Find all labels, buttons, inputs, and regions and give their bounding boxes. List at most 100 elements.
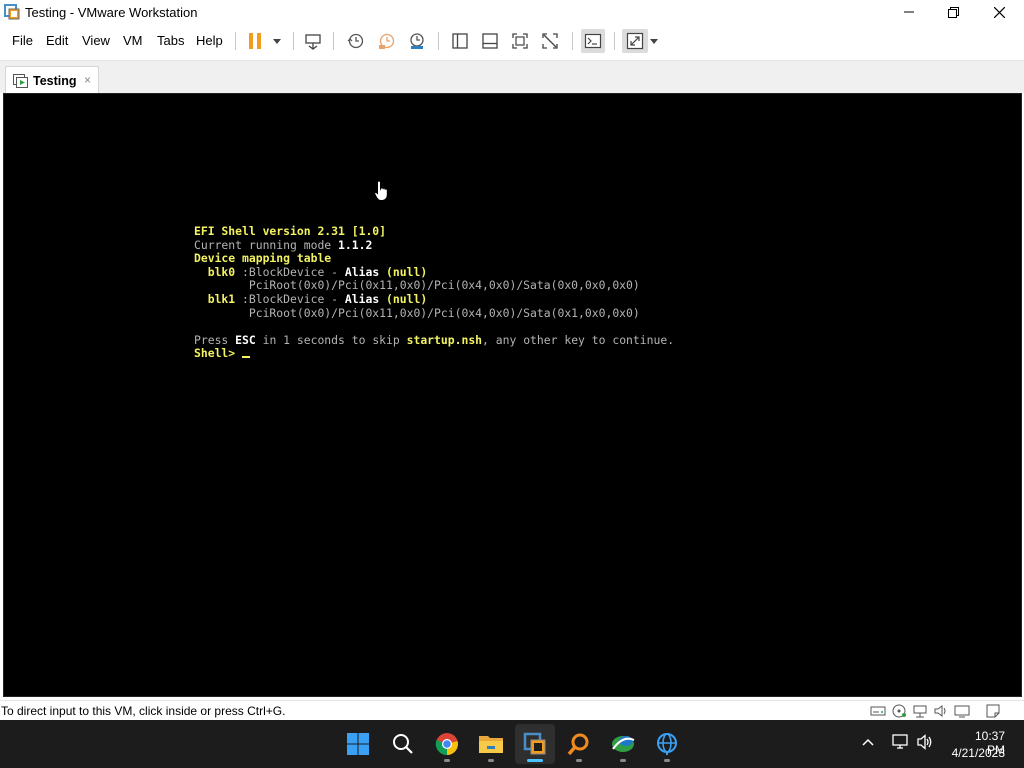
menu-file[interactable]: File (12, 33, 33, 48)
thumbnail-bar-icon (482, 33, 498, 49)
running-indicator (620, 759, 626, 762)
running-indicator (576, 759, 582, 762)
tab-close-button[interactable]: × (84, 73, 91, 87)
taskbar-globe-app[interactable] (647, 724, 687, 764)
taskbar-search-tool[interactable] (559, 724, 599, 764)
console-text: Device mapping table (194, 251, 332, 266)
console-text: :BlockDevice - (235, 291, 345, 306)
stretch-guest-button[interactable] (622, 29, 648, 53)
stretch-icon (626, 32, 644, 50)
console-line: PciRoot(0x0)/Pci(0x11,0x0)/Pci(0x4,0x0)/… (194, 305, 674, 321)
running-indicator (664, 759, 670, 762)
take-snapshot-button[interactable] (345, 30, 367, 52)
show-library-button[interactable] (449, 30, 471, 52)
menu-edit[interactable]: Edit (46, 33, 68, 48)
minimize-icon (904, 11, 914, 13)
full-screen-button[interactable] (509, 30, 531, 52)
send-ctrl-alt-del-button[interactable] (302, 30, 324, 52)
vmware-window: Testing - VMware Workstation File Edit V… (0, 0, 1024, 720)
unity-mode-button[interactable] (539, 30, 561, 52)
vmware-icon (4, 4, 20, 20)
power-dropdown[interactable] (266, 30, 288, 52)
taskbar-vmware-workstation[interactable] (515, 724, 555, 764)
menu-vm[interactable]: VM (123, 33, 143, 48)
console-line: PciRoot(0x0)/Pci(0x11,0x0)/Pci(0x4,0x0)/… (194, 279, 674, 293)
taskbar-network-app[interactable] (603, 724, 643, 764)
console-text: in 1 seconds to skip (255, 332, 407, 347)
snapshot-manager-icon (410, 33, 424, 49)
console-text: startup.nsh (406, 332, 483, 347)
vm-console-screen[interactable]: EFI Shell version 2.31 [1.0] Current runn… (3, 93, 1022, 697)
toolbar-separator (614, 32, 615, 50)
restore-icon (947, 6, 959, 18)
tab-testing[interactable]: Testing × (5, 66, 99, 94)
revert-snapshot-button[interactable] (376, 30, 398, 52)
snapshot-manager-button[interactable] (406, 30, 428, 52)
close-icon (993, 6, 1005, 18)
send-keys-icon (305, 34, 321, 50)
console-text: ESC (235, 332, 256, 347)
stretch-dropdown[interactable] (647, 30, 661, 52)
library-icon (452, 33, 468, 49)
console-line: Shell> (194, 347, 674, 361)
toolbar-separator (438, 32, 439, 50)
hard-disk-icon[interactable] (870, 704, 886, 718)
network-status-icon[interactable] (891, 734, 909, 750)
menu-toolbar: File Edit View VM Tabs Help (0, 24, 1024, 56)
text-cursor (242, 356, 251, 359)
snapshot-icon (347, 33, 364, 49)
console-text: , any other key to continue. (482, 332, 675, 347)
console-text: blk1 (194, 291, 236, 306)
menu-help[interactable]: Help (196, 33, 223, 48)
revert-snapshot-icon (379, 33, 395, 49)
taskbar-file-explorer[interactable] (471, 724, 511, 764)
console-text: EFI Shell version 2.31 [1.0] (194, 224, 387, 238)
maximize-button[interactable] (930, 0, 976, 24)
console-line: blk1 :BlockDevice - Alias (null) (194, 291, 674, 307)
show-hidden-icons-chevron-up-icon[interactable] (862, 738, 874, 746)
vmware-icon (523, 732, 546, 755)
menu-view[interactable]: View (82, 33, 110, 48)
menu-tabs[interactable]: Tabs (157, 33, 184, 48)
suspend-button[interactable] (244, 30, 266, 52)
taskbar-search-button[interactable] (383, 724, 423, 764)
console-text: (null) (379, 264, 428, 279)
volume-icon[interactable] (916, 734, 934, 750)
status-text: To direct input to this VM, click inside… (1, 704, 286, 718)
tab-strip: Testing × (0, 60, 1024, 94)
console-text: Alias (344, 291, 380, 306)
efi-shell-output: EFI Shell version 2.31 [1.0] Current runn… (194, 224, 675, 361)
sound-card-icon[interactable] (933, 704, 949, 718)
console-text: Shell> (194, 346, 243, 361)
cd-dvd-icon[interactable] (891, 704, 907, 718)
windows-logo-icon (347, 733, 369, 755)
network-adapter-icon[interactable] (912, 704, 928, 718)
network-app-icon (612, 736, 635, 752)
show-thumbnail-bar-button[interactable] (479, 30, 501, 52)
console-text: 1.1.2 (338, 237, 373, 252)
start-button[interactable] (338, 724, 378, 764)
full-screen-icon (512, 33, 528, 49)
console-text: PciRoot(0x0)/Pci(0x11,0x0)/Pci(0x4,0x0)/… (194, 305, 640, 320)
taskbar-chrome[interactable] (427, 724, 467, 764)
title-bar[interactable]: Testing - VMware Workstation (0, 0, 1024, 24)
console-text: Press (194, 332, 236, 347)
status-bar: To direct input to this VM, click inside… (0, 700, 1024, 720)
close-button[interactable] (976, 0, 1022, 24)
clock-date[interactable]: 4/21/2023 (948, 746, 1005, 760)
minimize-button[interactable] (886, 0, 932, 24)
display-icon[interactable] (954, 704, 970, 718)
toolbar-separator (235, 32, 236, 50)
globe-icon (657, 733, 677, 755)
running-indicator (488, 759, 494, 762)
message-log-icon[interactable] (985, 704, 1001, 718)
search-icon (393, 734, 413, 754)
console-icon (584, 33, 602, 49)
unity-icon (542, 33, 558, 49)
console-text: Current running mode (194, 237, 339, 252)
chevron-down-icon (273, 38, 281, 44)
toolbar-separator (333, 32, 334, 50)
console-text: blk0 (194, 264, 236, 279)
console-view-button[interactable] (581, 29, 605, 53)
